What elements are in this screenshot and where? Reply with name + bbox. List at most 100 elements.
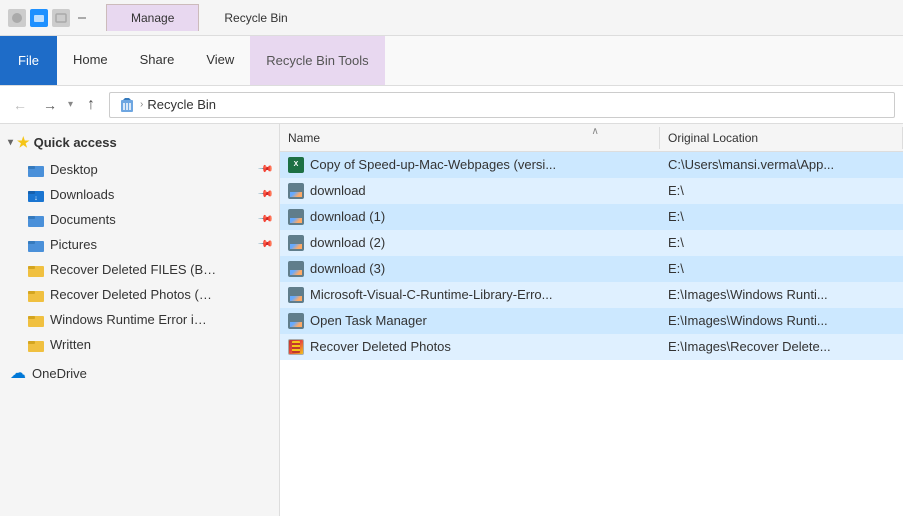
file-name: download xyxy=(310,183,366,198)
image-icon xyxy=(288,287,304,303)
file-name: Copy of Speed-up-Mac-Webpages (versi... xyxy=(310,157,556,172)
file-name-cell: download xyxy=(280,183,660,199)
recycle-bin-icon xyxy=(118,96,136,114)
file-location-cell: E:\ xyxy=(660,183,903,198)
title-bar: Manage Recycle Bin xyxy=(0,0,903,36)
quick-access-section: ▾ ★ Quick access Desktop 📌 ↓ xyxy=(0,128,279,357)
image-icon xyxy=(288,261,304,277)
collapse-icon[interactable]: ∧ xyxy=(592,126,599,137)
table-row[interactable]: download (1) E:\ xyxy=(280,204,903,230)
sidebar: ▾ ★ Quick access Desktop 📌 ↓ xyxy=(0,124,280,516)
file-list: X Copy of Speed-up-Mac-Webpages (versi..… xyxy=(280,152,903,516)
pictures-pin-icon: 📌 xyxy=(256,236,273,253)
pictures-folder-icon xyxy=(28,238,44,252)
zip-icon xyxy=(288,339,304,355)
quick-access-star-icon: ★ xyxy=(17,134,30,151)
table-row[interactable]: Open Task Manager E:\Images\Windows Runt… xyxy=(280,308,903,334)
tb-icon-2 xyxy=(30,9,48,27)
sidebar-item-runtime[interactable]: Windows Runtime Error i… xyxy=(0,307,279,332)
table-row[interactable]: download E:\ xyxy=(280,178,903,204)
documents-folder-icon xyxy=(28,213,44,227)
table-row[interactable]: download (3) E:\ xyxy=(280,256,903,282)
title-bar-icons xyxy=(8,9,86,27)
sidebar-item-recover2[interactable]: Recover Deleted Photos (… xyxy=(0,282,279,307)
file-name: download (1) xyxy=(310,209,385,224)
onedrive-label: OneDrive xyxy=(32,366,87,381)
table-row[interactable]: Microsoft-Visual-C-Runtime-Library-Erro.… xyxy=(280,282,903,308)
table-row[interactable]: X Copy of Speed-up-Mac-Webpages (versi..… xyxy=(280,152,903,178)
tab-recycle-bin-title[interactable]: Recycle Bin xyxy=(199,4,312,31)
address-path[interactable]: › Recycle Bin xyxy=(109,92,895,118)
sidebar-item-recover2-label: Recover Deleted Photos (… xyxy=(50,287,271,302)
recover2-folder-icon xyxy=(28,288,44,302)
sidebar-item-desktop-label: Desktop xyxy=(50,162,253,177)
file-location-cell: C:\Users\mansi.verma\App... xyxy=(660,157,903,172)
address-bar: ← → ▾ ↑ › Recycle Bin xyxy=(0,86,903,124)
ribbon-recycle-tools[interactable]: Recycle Bin Tools xyxy=(250,36,384,85)
table-row[interactable]: Recover Deleted Photos E:\Images\Recover… xyxy=(280,334,903,360)
runtime-folder-icon xyxy=(28,313,44,327)
tb-icon-3 xyxy=(52,9,70,27)
ribbon-tab-view[interactable]: View xyxy=(190,36,250,85)
downloads-folder-icon: ↓ xyxy=(28,188,44,202)
file-name: download (2) xyxy=(310,235,385,250)
file-name-cell: X Copy of Speed-up-Mac-Webpages (versi..… xyxy=(280,157,660,173)
sidebar-item-documents[interactable]: Documents 📌 xyxy=(0,207,279,232)
file-name-cell: download (3) xyxy=(280,261,660,277)
content-area: ∧ Name Original Location X Copy of Speed… xyxy=(280,124,903,516)
image-icon xyxy=(288,235,304,251)
main-layout: ▾ ★ Quick access Desktop 📌 ↓ xyxy=(0,124,903,516)
sidebar-item-runtime-label: Windows Runtime Error i… xyxy=(50,312,271,327)
ribbon-tab-share[interactable]: Share xyxy=(124,36,191,85)
written-folder-icon xyxy=(28,338,44,352)
sidebar-item-written[interactable]: Written xyxy=(0,332,279,357)
ribbon-tabs: Home Share View xyxy=(57,36,250,85)
file-location-cell: E:\ xyxy=(660,235,903,250)
sidebar-item-desktop[interactable]: Desktop 📌 xyxy=(0,157,279,182)
column-headers: ∧ Name Original Location xyxy=(280,124,903,152)
sidebar-item-documents-label: Documents xyxy=(50,212,253,227)
sidebar-item-onedrive[interactable]: ☁ OneDrive xyxy=(0,357,279,389)
quick-access-header[interactable]: ▾ ★ Quick access xyxy=(0,128,279,157)
quick-access-chevron: ▾ xyxy=(8,137,13,148)
file-location-cell: E:\Images\Recover Delete... xyxy=(660,339,903,354)
file-name-cell: Recover Deleted Photos xyxy=(280,339,660,355)
file-location-cell: E:\ xyxy=(660,261,903,276)
image-icon xyxy=(288,183,304,199)
file-name-cell: download (1) xyxy=(280,209,660,225)
sidebar-item-pictures[interactable]: Pictures 📌 xyxy=(0,232,279,257)
file-location-cell: E:\ xyxy=(660,209,903,224)
file-name-cell: Microsoft-Visual-C-Runtime-Library-Erro.… xyxy=(280,287,660,303)
ribbon-tab-home[interactable]: Home xyxy=(57,36,124,85)
file-name: download (3) xyxy=(310,261,385,276)
image-icon xyxy=(288,313,304,329)
back-button: ← xyxy=(8,93,32,117)
file-location-cell: E:\Images\Windows Runti... xyxy=(660,313,903,328)
forward-button[interactable]: → xyxy=(38,93,62,117)
excel-icon: X xyxy=(288,157,304,173)
image-icon xyxy=(288,209,304,225)
file-name-cell: download (2) xyxy=(280,235,660,251)
col-header-name[interactable]: Name xyxy=(280,127,660,149)
address-path-text: Recycle Bin xyxy=(147,97,216,112)
file-name: Recover Deleted Photos xyxy=(310,339,451,354)
desktop-pin-icon: 📌 xyxy=(256,161,273,178)
file-location-cell: E:\Images\Windows Runti... xyxy=(660,287,903,302)
up-button[interactable]: ↑ xyxy=(79,93,103,117)
file-name: Open Task Manager xyxy=(310,313,427,328)
nav-dropdown-button[interactable]: ▾ xyxy=(68,99,73,110)
table-row[interactable]: download (2) E:\ xyxy=(280,230,903,256)
downloads-pin-icon: 📌 xyxy=(256,186,273,203)
sidebar-item-recover1[interactable]: Recover Deleted FILES (B… xyxy=(0,257,279,282)
tb-separator xyxy=(78,17,86,19)
sidebar-item-downloads-label: Downloads xyxy=(50,187,253,202)
ribbon: File Home Share View Recycle Bin Tools xyxy=(0,36,903,86)
ribbon-file-button[interactable]: File xyxy=(0,36,57,85)
onedrive-cloud-icon: ☁ xyxy=(10,363,26,383)
col-header-location[interactable]: Original Location xyxy=(660,127,903,149)
documents-pin-icon: 📌 xyxy=(256,211,273,228)
recover1-folder-icon xyxy=(28,263,44,277)
tab-manage[interactable]: Manage xyxy=(106,4,199,31)
sidebar-item-downloads[interactable]: ↓ Downloads 📌 xyxy=(0,182,279,207)
address-chevron: › xyxy=(140,99,143,110)
